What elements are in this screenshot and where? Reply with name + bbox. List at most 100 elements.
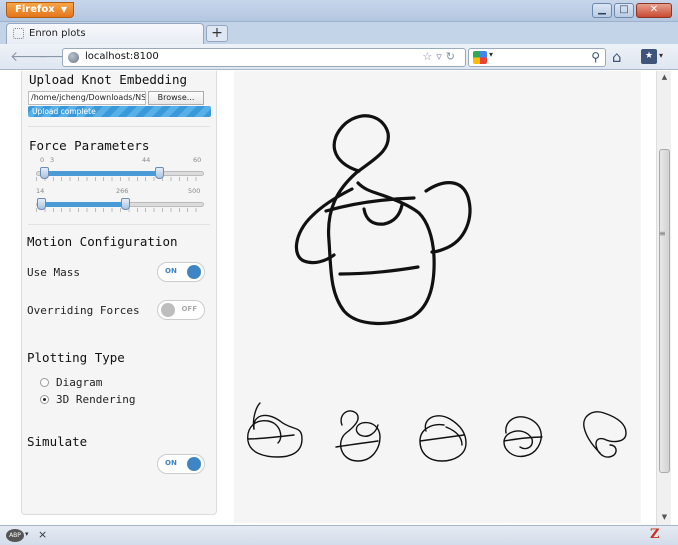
- zotero-icon[interactable]: Z: [650, 527, 660, 542]
- slider2-low-label: 14: [36, 187, 45, 195]
- upload-progress-bar: Upload complete: [28, 106, 211, 117]
- chevron-down-icon: ▼: [60, 5, 67, 14]
- slider2-high-label: 266: [116, 187, 129, 195]
- motion-title: Motion Configuration: [27, 234, 178, 249]
- toggle-knob: [187, 457, 201, 471]
- window-titlebar: Firefox ▼ ▁ □ ✕: [0, 0, 678, 22]
- thumb2-strand-b: [335, 440, 379, 448]
- slider1-min-label: 0: [40, 156, 45, 164]
- thumbnail-knot-3: [419, 415, 467, 462]
- chevron-down-icon[interactable]: ▾: [25, 530, 29, 538]
- thumb3-strand-b: [419, 434, 465, 442]
- dropdown-arrow-icon[interactable]: ▿: [436, 50, 446, 63]
- bookmarks-icon[interactable]: ★: [641, 49, 657, 64]
- bookmark-star-icon[interactable]: ☆: [422, 50, 436, 63]
- back-arrow-icon[interactable]: 🡐: [10, 49, 48, 65]
- url-bar-icons: ☆▿↻: [422, 50, 459, 63]
- radio-button[interactable]: [40, 378, 49, 387]
- main-knot-diagram: [294, 114, 472, 326]
- slider2-max-label: 500: [188, 187, 201, 195]
- page-icon: [13, 28, 24, 39]
- slider2-low-handle[interactable]: [36, 198, 46, 210]
- scroll-grip-icon: ≡: [659, 229, 666, 238]
- scroll-down-icon[interactable]: ▼: [659, 513, 670, 523]
- search-bar[interactable]: ▾ ⚲: [468, 48, 606, 67]
- thumbnail-knot-4: [503, 416, 543, 458]
- minimize-button[interactable]: ▁: [592, 3, 612, 18]
- knot-inner-arc: [362, 203, 404, 226]
- toggle-knob: [161, 303, 175, 317]
- chevron-down-icon[interactable]: ▾: [489, 50, 493, 59]
- page-content: Upload Knot Embedding /home/jcheng/Downl…: [0, 71, 656, 525]
- reload-icon[interactable]: ↻: [446, 50, 459, 63]
- force-slider-2[interactable]: 14 266 500: [36, 187, 204, 217]
- use-mass-state: ON: [165, 267, 177, 275]
- knot-strand-left-lobe: [294, 187, 354, 265]
- thumbnail-knot-5: [583, 411, 627, 458]
- radio-button-selected[interactable]: [40, 395, 49, 404]
- slider1-low-handle[interactable]: [40, 167, 50, 179]
- tab-title: Enron plots: [29, 28, 86, 39]
- force-slider-1[interactable]: 0 3 44 60: [36, 156, 204, 186]
- addon-bar-icon[interactable]: ABP: [6, 529, 24, 542]
- status-bar: ABP ▾ × Z: [0, 525, 678, 545]
- force-title: Force Parameters: [29, 138, 150, 153]
- slider1-low-label: 3: [50, 156, 55, 164]
- divider: [28, 224, 210, 225]
- home-icon[interactable]: ⌂: [612, 48, 622, 66]
- url-text: localhost:8100: [85, 51, 159, 62]
- knot-crossing-lower: [338, 265, 420, 276]
- browse-button[interactable]: Browse...: [148, 91, 204, 105]
- magnifier-icon[interactable]: ⚲: [591, 50, 600, 64]
- slider1-range-fill: [44, 171, 160, 176]
- use-mass-label: Use Mass: [27, 266, 80, 279]
- upload-status: Upload complete: [32, 107, 96, 116]
- overriding-forces-label: Overriding Forces: [27, 304, 140, 317]
- thumb4-strand-b: [503, 436, 543, 442]
- globe-icon: [68, 52, 79, 63]
- google-icon[interactable]: [473, 51, 487, 64]
- thumb5-strand: [583, 411, 627, 458]
- scroll-up-icon[interactable]: ▲: [659, 73, 670, 83]
- use-mass-toggle[interactable]: ON: [157, 262, 205, 282]
- new-tab-button[interactable]: +: [206, 25, 228, 42]
- chevron-down-icon[interactable]: ▾: [659, 51, 663, 60]
- tab-strip: Enron plots +: [0, 22, 678, 44]
- radio-diagram-label: Diagram: [56, 376, 103, 389]
- knot-plot-area[interactable]: [234, 71, 641, 523]
- slider2-high-handle[interactable]: [121, 198, 131, 210]
- thumbnail-knot-1: [247, 402, 303, 458]
- tab-enron-plots[interactable]: Enron plots: [6, 23, 204, 44]
- firefox-menu-label: Firefox: [15, 4, 55, 15]
- upload-title: Upload Knot Embedding: [29, 72, 188, 87]
- slider2-range-fill: [40, 202, 126, 207]
- toggle-knob: [187, 265, 201, 279]
- close-window-button[interactable]: ✕: [636, 3, 672, 18]
- file-path-field[interactable]: /home/jcheng/Downloads/NST_I: [28, 91, 146, 105]
- maximize-button[interactable]: □: [614, 3, 634, 18]
- simulate-state: ON: [165, 459, 177, 467]
- slider1-high-handle[interactable]: [155, 167, 165, 179]
- knot-plot-svg: [247, 114, 627, 462]
- navigation-bar: 🡐 🡒 localhost:8100 ☆▿↻ ▾ ⚲ ⌂ ★ ▾: [0, 44, 678, 70]
- thumbnail-knot-2: [335, 410, 381, 462]
- simulate-title: Simulate: [27, 434, 88, 449]
- control-sidebar: Upload Knot Embedding /home/jcheng/Downl…: [21, 71, 217, 515]
- forward-arrow-icon[interactable]: 🡒: [38, 49, 76, 65]
- slider2-ticks: [36, 208, 204, 212]
- scroll-thumb[interactable]: [659, 149, 670, 473]
- url-bar[interactable]: localhost:8100 ☆▿↻: [62, 48, 466, 67]
- overriding-forces-toggle[interactable]: OFF: [157, 300, 205, 320]
- page-scrollbar[interactable]: ▲ ≡ ▼: [656, 71, 671, 525]
- thumb1-strand: [247, 414, 303, 458]
- slider1-high-label: 44: [142, 156, 151, 164]
- close-icon[interactable]: ×: [38, 528, 47, 541]
- overriding-forces-state: OFF: [181, 305, 197, 313]
- firefox-menu-button[interactable]: Firefox ▼: [6, 2, 74, 18]
- slider1-max-label: 60: [193, 156, 202, 164]
- knot-strand-main: [326, 114, 436, 326]
- divider: [28, 126, 210, 127]
- plotting-title: Plotting Type: [27, 350, 125, 365]
- thumb2-strand: [339, 410, 381, 462]
- simulate-toggle[interactable]: ON: [157, 454, 205, 474]
